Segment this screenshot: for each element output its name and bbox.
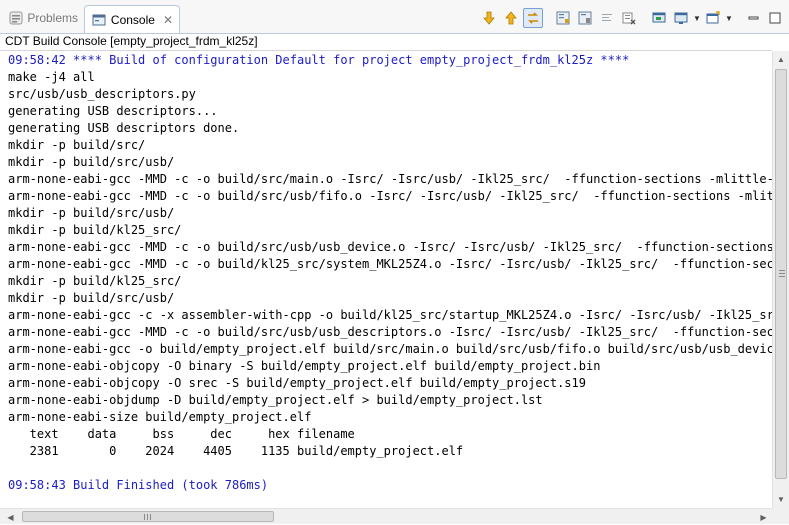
console-line: generating USB descriptors...: [8, 104, 218, 118]
console-line: mkdir -p build/src/: [8, 138, 146, 152]
console-line: src/usb/usb_descriptors.py: [8, 87, 196, 101]
vertical-scroll-thumb[interactable]: [775, 69, 787, 479]
tab-problems[interactable]: Problems: [2, 6, 84, 30]
console-line: mkdir -p build/src/usb/: [8, 206, 175, 220]
grip-line: [779, 273, 785, 274]
console-line: mkdir -p build/kl25_src/: [8, 223, 182, 237]
console-line: arm-none-eabi-objcopy -O binary -S build…: [8, 359, 601, 373]
grip-line: [147, 514, 148, 520]
console-line: arm-none-eabi-objdump -D build/empty_pro…: [8, 393, 543, 407]
console-line: arm-none-eabi-objcopy -O srec -S build/e…: [8, 376, 586, 390]
console-line: 2381 0 2024 4405 1135 build/empty_projec…: [8, 444, 464, 458]
console-toolbar: ▼ ▼: [479, 7, 785, 29]
console-view: CDT Build Console [empty_project_frdm_kl…: [0, 33, 789, 524]
grip-line: [144, 514, 145, 520]
console-line: arm-none-eabi-gcc -MMD -c -o build/src/u…: [8, 325, 772, 339]
console-line: arm-none-eabi-gcc -c -x assembler-with-c…: [8, 308, 772, 322]
console-output[interactable]: 09:58:42 **** Build of configuration Def…: [0, 50, 772, 509]
vertical-scrollbar[interactable]: ▲ ▼: [772, 51, 789, 508]
grip-line: [779, 276, 785, 277]
scrollbar-corner: [772, 508, 789, 524]
new-console-view-icon[interactable]: [703, 8, 723, 28]
clear-console-icon[interactable]: [619, 8, 639, 28]
console-line: mkdir -p build/src/usb/: [8, 291, 175, 305]
console-line: text data bss dec hex filename: [8, 427, 355, 441]
console-line: arm-none-eabi-gcc -MMD -c -o build/kl25_…: [8, 257, 772, 271]
close-tab-icon[interactable]: ✕: [163, 13, 173, 27]
scroll-lock-icon[interactable]: [553, 8, 573, 28]
pin-console-icon[interactable]: [575, 8, 595, 28]
minimize-icon[interactable]: [743, 8, 763, 28]
console-line: mkdir -p build/kl25_src/: [8, 274, 182, 288]
console-line: 09:58:43 Build Finished (took 786ms): [8, 478, 269, 492]
horizontal-scrollbar[interactable]: ◀ ▶: [0, 508, 772, 524]
grip-line: [779, 270, 785, 271]
console-line: 09:58:42 **** Build of configuration Def…: [8, 53, 630, 67]
tab-console[interactable]: Console ✕: [84, 5, 180, 33]
console-title: CDT Build Console [empty_project_frdm_kl…: [5, 34, 258, 48]
open-console-icon[interactable]: [671, 8, 691, 28]
console-line: mkdir -p build/src/usb/: [8, 155, 175, 169]
view-tab-bar: Problems Console ✕ ▼ ▼: [0, 0, 789, 33]
next-error-icon[interactable]: [479, 8, 499, 28]
word-wrap-icon[interactable]: [597, 8, 617, 28]
horizontal-scroll-thumb[interactable]: [22, 511, 274, 522]
console-icon: [91, 12, 107, 28]
console-line: arm-none-eabi-size build/empty_project.e…: [8, 410, 312, 424]
maximize-icon[interactable]: [765, 8, 785, 28]
tab-problems-label: Problems: [27, 11, 78, 25]
console-line: arm-none-eabi-gcc -o build/empty_project…: [8, 342, 772, 356]
previous-error-icon[interactable]: [501, 8, 521, 28]
console-line: make -j4 all: [8, 70, 95, 84]
console-line: arm-none-eabi-gcc -MMD -c -o build/src/m…: [8, 172, 772, 186]
problems-icon: [8, 10, 23, 26]
console-line: arm-none-eabi-gcc -MMD -c -o build/src/u…: [8, 189, 772, 203]
scroll-down-arrow-icon[interactable]: ▼: [773, 491, 789, 508]
tab-console-label: Console: [110, 12, 155, 27]
scroll-up-arrow-icon[interactable]: ▲: [773, 51, 789, 68]
display-selected-console-icon[interactable]: [649, 8, 669, 28]
console-line: generating USB descriptors done.: [8, 121, 240, 135]
view-menu-icon[interactable]: ▼: [725, 14, 733, 23]
open-console-dropdown-icon[interactable]: ▼: [693, 14, 701, 23]
grip-line: [150, 514, 151, 520]
link-with-editor-icon[interactable]: [523, 8, 543, 28]
console-line: arm-none-eabi-gcc -MMD -c -o build/src/u…: [8, 240, 772, 254]
